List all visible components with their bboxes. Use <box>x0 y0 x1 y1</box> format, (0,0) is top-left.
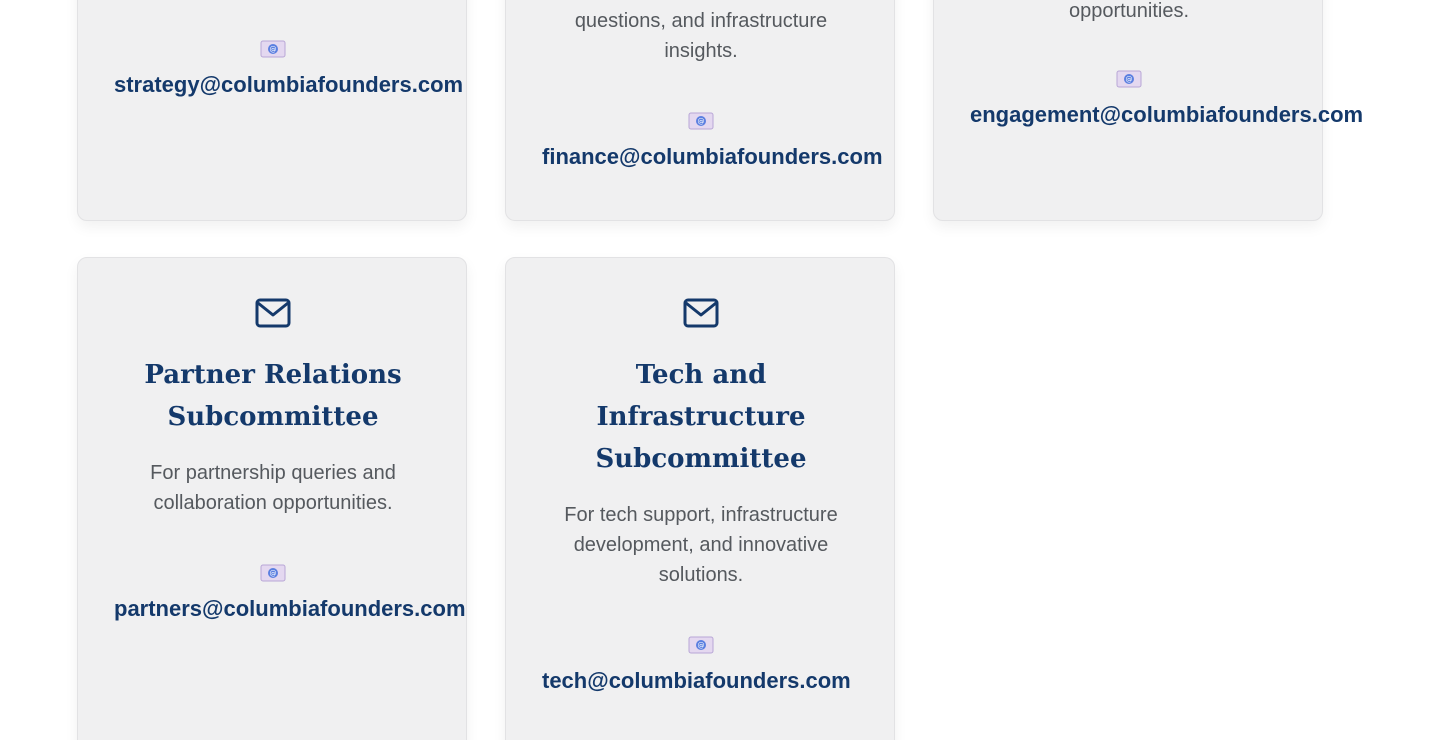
email-link-strategy[interactable]: strategy@columbiafounders.com <box>114 71 463 99</box>
card-description: opportunities. <box>1068 0 1190 22</box>
email-link-finance[interactable]: finance@columbiafounders.com <box>542 143 883 171</box>
contact-card-tech-infrastructure: Tech and Infrastructure Subcommittee For… <box>505 257 895 740</box>
mail-icon <box>683 298 719 328</box>
card-title: Partner Relations Subcommittee <box>144 360 402 432</box>
svg-text:@: @ <box>698 118 705 126</box>
e-mail-emoji-icon: @ <box>688 636 714 654</box>
page: @ strategy@columbiafounders.com question… <box>0 0 1442 740</box>
svg-text:@: @ <box>698 642 705 650</box>
email-link-tech[interactable]: tech@columbiafounders.com <box>542 667 851 695</box>
card-description: For tech support, infrastructure develop… <box>564 504 838 586</box>
email-link-partners[interactable]: partners@columbiafounders.com <box>114 595 466 623</box>
card-title: Tech and Infrastructure Subcommittee <box>595 360 807 474</box>
svg-text:@: @ <box>1126 76 1133 84</box>
card-description: questions, and infrastructure insights. <box>574 10 828 62</box>
contact-card-strategy: @ strategy@columbiafounders.com <box>77 0 467 221</box>
mail-icon <box>255 298 291 328</box>
svg-text:@: @ <box>270 570 277 578</box>
email-link-engagement[interactable]: engagement@columbiafounders.com <box>970 101 1363 129</box>
e-mail-emoji-icon: @ <box>260 564 286 582</box>
contact-card-engagement: opportunities. @ engagement@columbiafoun… <box>933 0 1363 221</box>
svg-text:@: @ <box>270 46 277 54</box>
contact-card-finance: questions, and infrastructure insights. … <box>505 0 895 221</box>
e-mail-emoji-icon: @ <box>688 112 714 130</box>
card-description: For partnership queries and collaboratio… <box>150 462 396 514</box>
e-mail-emoji-icon: @ <box>260 40 286 58</box>
e-mail-emoji-icon: @ <box>1116 70 1142 88</box>
contact-card-partner-relations: Partner Relations Subcommittee For partn… <box>77 257 467 740</box>
